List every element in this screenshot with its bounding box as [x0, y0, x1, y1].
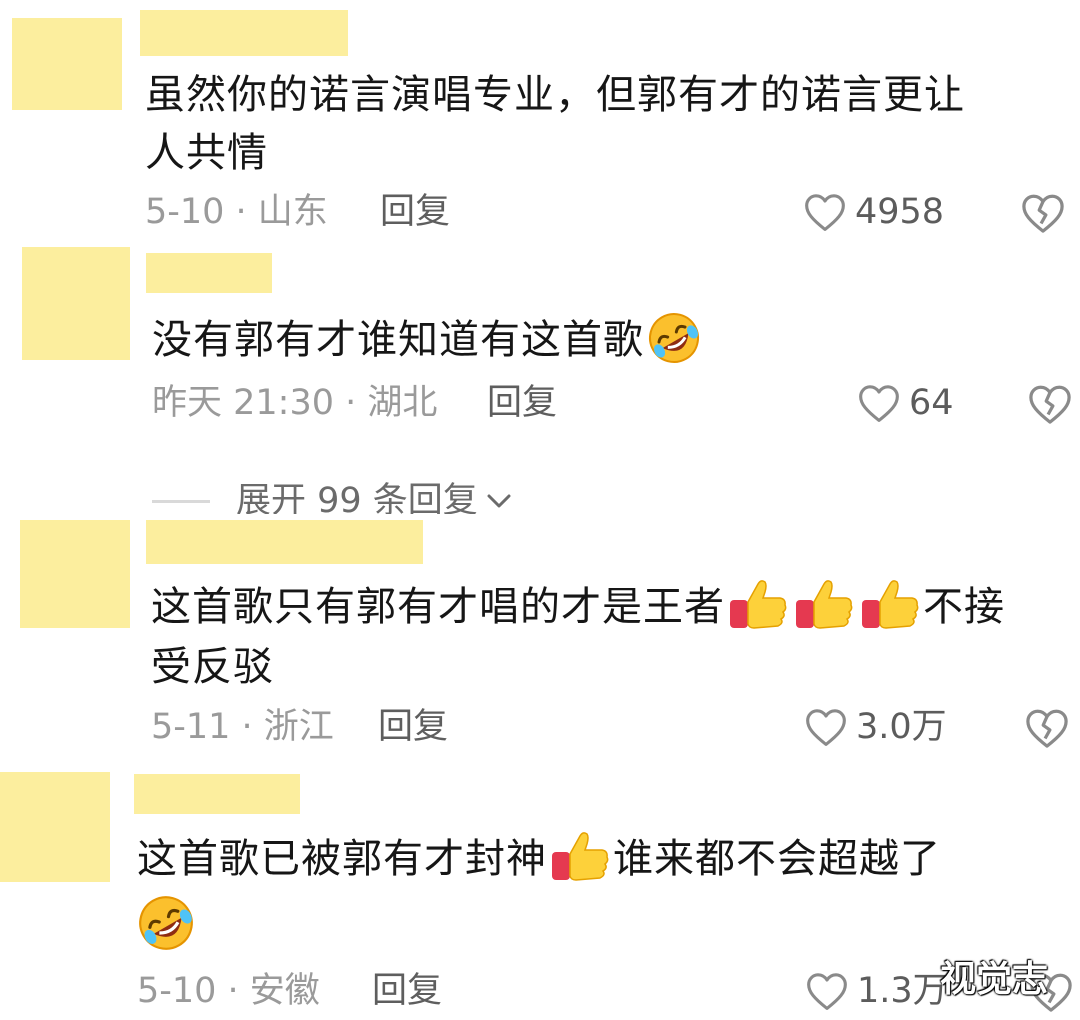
reply-button[interactable]: 回复: [372, 971, 442, 1011]
like-count: 4958: [855, 192, 945, 232]
heart-outline-icon: [859, 385, 899, 422]
avatar[interactable]: [22, 247, 130, 360]
comment-text: 虽然你的诺言演唱专业，但郭有才的诺言更让: [145, 72, 965, 118]
comment-text-body: 没有郭有才谁知道有这首歌: [152, 317, 644, 363]
comment-text-body: 这首歌只有郭有才唱的才是王者: [151, 584, 725, 630]
comment-text: 没有郭有才谁知道有这首歌: [152, 311, 704, 369]
like-button[interactable]: 3.0万: [804, 706, 947, 748]
reply-button[interactable]: 回复: [380, 192, 450, 232]
watermark: 视觉志: [940, 959, 1049, 1000]
reply-button[interactable]: 回复: [378, 707, 448, 747]
comment-item: 这首歌已被郭有才封神 谁来都不会超越了 5-10 · 安徽 回复 1.3万: [0, 768, 1080, 1020]
expand-replies-button[interactable]: 展开 99 条回复: [152, 481, 514, 514]
comment-text-tail: 谁来都不会超越了: [613, 836, 941, 882]
expand-replies-label: 展开 99 条回复: [236, 481, 478, 514]
username-redacted[interactable]: [146, 520, 423, 564]
heart-outline-icon: [806, 709, 846, 746]
comment-text-tail: 不接: [923, 584, 1005, 630]
comment-date-location: 昨天 21:30 · 湖北: [152, 383, 438, 423]
broken-heart-icon[interactable]: [1020, 192, 1066, 234]
comment-date-location: 5-10 · 安徽: [137, 971, 320, 1011]
reply-button[interactable]: 回复: [487, 383, 557, 423]
comment-text: 这首歌已被郭有才封神 谁来都不会超越了: [137, 830, 941, 888]
comment-text: 这首歌只有郭有才唱的才是王者 不接: [151, 578, 1005, 636]
rolling-on-floor-laughing-emoji: [139, 896, 193, 950]
comment-text-continued: 人共情: [145, 130, 268, 176]
thumbs-up-emoji: [552, 832, 609, 881]
username-redacted[interactable]: [146, 253, 272, 293]
username-redacted[interactable]: [140, 10, 348, 56]
thumbs-up-emoji: [796, 580, 853, 629]
comment-item: 没有郭有才谁知道有这首歌 昨天 21:30 · 湖北 回复 64: [0, 245, 1080, 445]
comment-item: 虽然你的诺言演唱专业，但郭有才的诺言更让 人共情 5-10 · 山东 回复 49…: [0, 0, 1080, 250]
thumbs-up-emoji: [730, 580, 787, 629]
like-count: 1.3万: [857, 971, 948, 1011]
like-button[interactable]: 1.3万: [805, 970, 948, 1012]
heart-outline-icon: [805, 194, 845, 231]
avatar[interactable]: [0, 772, 110, 882]
like-count: 64: [909, 383, 954, 423]
expand-replies-row[interactable]: 展开 99 条回复: [0, 478, 1080, 514]
comment-item: 这首歌只有郭有才唱的才是王者 不接 受反驳 5-11 · 浙江 回复 3.0万: [0, 514, 1080, 764]
comment-date-location: 5-11 · 浙江: [151, 707, 334, 747]
username-redacted[interactable]: [134, 774, 300, 814]
like-button[interactable]: 4958: [803, 191, 944, 233]
divider: [152, 499, 210, 503]
heart-outline-icon: [807, 973, 847, 1010]
chevron-down-icon: [487, 494, 511, 508]
comment-date-location: 5-10 · 山东: [145, 192, 328, 232]
comment-text-continued: 受反驳: [151, 644, 274, 690]
broken-heart-icon[interactable]: [1027, 383, 1073, 425]
comment-text-body: 这首歌已被郭有才封神: [137, 836, 547, 882]
broken-heart-icon[interactable]: [1024, 707, 1070, 749]
avatar[interactable]: [12, 18, 122, 110]
like-count: 3.0万: [856, 707, 947, 747]
comment-screen: { "icons": { "like": "heart-outline-icon…: [0, 0, 1080, 1020]
avatar[interactable]: [20, 520, 130, 628]
thumbs-up-emoji: [862, 580, 919, 629]
like-button[interactable]: 64: [857, 382, 954, 424]
rolling-on-floor-laughing-emoji: [649, 313, 699, 363]
